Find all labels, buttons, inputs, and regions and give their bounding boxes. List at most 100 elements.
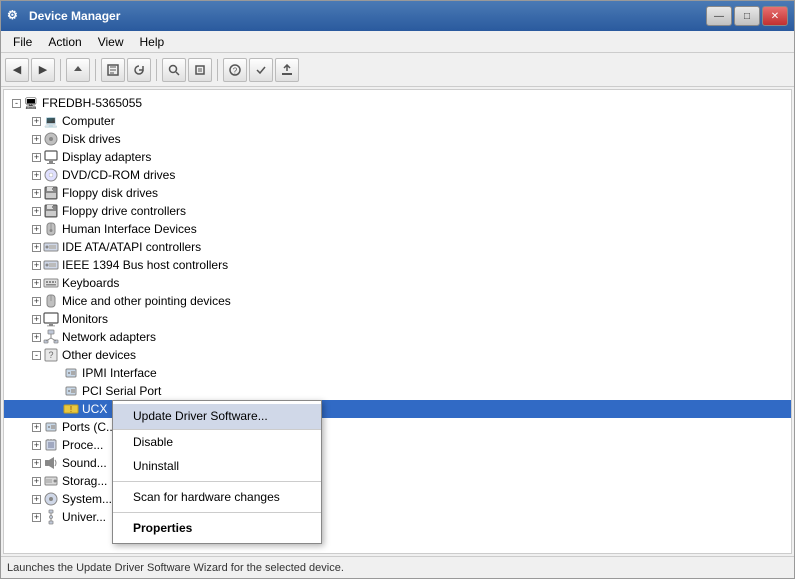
window-title: Device Manager — [29, 9, 120, 23]
main-content: - 🖥 FREDBH-5365055 + 💻 Computer + Disk d… — [1, 87, 794, 556]
tree-item-ide-ata[interactable]: + IDE ATA/ATAPI controllers — [4, 238, 791, 256]
computer-icon: 🖥 — [23, 95, 39, 111]
root-label: FREDBH-5365055 — [42, 96, 142, 110]
keyboard-icon — [43, 275, 59, 291]
ipmi-icon — [63, 365, 79, 381]
menu-action[interactable]: Action — [40, 33, 89, 51]
hid-label: Human Interface Devices — [62, 222, 197, 236]
tree-item-monitors[interactable]: + Monitors — [4, 310, 791, 328]
scan-button[interactable] — [249, 58, 273, 82]
ctx-scan-hardware[interactable]: Scan for hardware changes — [113, 485, 321, 509]
menu-view[interactable]: View — [90, 33, 132, 51]
other-devices-label: Other devices — [62, 348, 136, 362]
svg-text:!: ! — [70, 405, 72, 414]
ctx-disable[interactable]: Disable — [113, 430, 321, 454]
tree-item-keyboards[interactable]: + Keyboards — [4, 274, 791, 292]
sound-expand-btn[interactable]: + — [32, 459, 41, 468]
menu-bar: File Action View Help — [1, 31, 794, 53]
floppy-disk-label: Floppy disk drives — [62, 186, 158, 200]
pci-serial-label: PCI Serial Port — [82, 384, 161, 398]
dvd-icon — [43, 167, 59, 183]
other-icon: ? — [43, 347, 59, 363]
display-expand-btn[interactable]: + — [32, 153, 41, 162]
ports-label: Ports (C... — [62, 420, 116, 434]
sound-label: Sound... — [62, 456, 107, 470]
other-expand-btn[interactable]: - — [32, 351, 41, 360]
ctx-sep-2 — [113, 512, 321, 513]
up-button[interactable] — [66, 58, 90, 82]
storage-expand-btn[interactable]: + — [32, 477, 41, 486]
dvd-cdrom-label: DVD/CD-ROM drives — [62, 168, 175, 182]
tree-item-mice[interactable]: + Mice and other pointing devices — [4, 292, 791, 310]
toolbar-sep-3 — [156, 59, 157, 81]
tree-item-ipmi[interactable]: IPMI Interface — [4, 364, 791, 382]
ctx-properties[interactable]: Properties — [113, 516, 321, 540]
window-icon: ⚙ — [7, 8, 23, 24]
ide-expand-btn[interactable]: + — [32, 243, 41, 252]
maximize-button[interactable]: □ — [734, 6, 760, 26]
ieee-expand-btn[interactable]: + — [32, 261, 41, 270]
title-bar-buttons: — □ ✕ — [706, 6, 788, 26]
system-expand-btn[interactable]: + — [32, 495, 41, 504]
tree-item-computer[interactable]: + 💻 Computer — [4, 112, 791, 130]
univer-expand-btn[interactable]: + — [32, 513, 41, 522]
network-adapters-label: Network adapters — [62, 330, 156, 344]
tree-item-display-adapters[interactable]: + Display adapters — [4, 148, 791, 166]
forward-button[interactable]: ▶ — [31, 58, 55, 82]
disk-expand-btn[interactable]: + — [32, 135, 41, 144]
menu-file[interactable]: File — [5, 33, 40, 51]
tree-item-floppy-disk[interactable]: + Floppy disk drives — [4, 184, 791, 202]
minimize-button[interactable]: — — [706, 6, 732, 26]
ieee1394-label: IEEE 1394 Bus host controllers — [62, 258, 228, 272]
ieee-icon — [43, 257, 59, 273]
storage-icon — [43, 473, 59, 489]
ide-icon — [43, 239, 59, 255]
back-button[interactable]: ◀ — [5, 58, 29, 82]
update-button[interactable] — [275, 58, 299, 82]
ctx-update-driver[interactable]: Update Driver Software... — [113, 404, 321, 430]
properties-button[interactable] — [188, 58, 212, 82]
ctx-uninstall[interactable]: Uninstall — [113, 454, 321, 478]
status-bar: Launches the Update Driver Software Wiza… — [1, 556, 794, 578]
tree-root[interactable]: - 🖥 FREDBH-5365055 — [4, 94, 791, 112]
network-expand-btn[interactable]: + — [32, 333, 41, 342]
menu-help[interactable]: Help — [132, 33, 173, 51]
tree-view[interactable]: - 🖥 FREDBH-5365055 + 💻 Computer + Disk d… — [3, 89, 792, 554]
help-button[interactable]: ? — [223, 58, 247, 82]
hid-expand-btn[interactable]: + — [32, 225, 41, 234]
root-expand-btn[interactable]: - — [12, 99, 21, 108]
floppy-drive-label: Floppy drive controllers — [62, 204, 186, 218]
computer-expand-btn[interactable]: + — [32, 117, 41, 126]
tree-item-network-adapters[interactable]: + Network adapters — [4, 328, 791, 346]
keyboards-expand-btn[interactable]: + — [32, 279, 41, 288]
tree-item-dvd-cdrom[interactable]: + DVD/CD-ROM drives — [4, 166, 791, 184]
svg-text:?: ? — [233, 66, 238, 75]
search-button[interactable] — [162, 58, 186, 82]
tree-item-hid[interactable]: + Human Interface Devices — [4, 220, 791, 238]
status-text: Launches the Update Driver Software Wiza… — [7, 562, 344, 574]
toolbar-sep-4 — [217, 59, 218, 81]
show-hide-button[interactable] — [101, 58, 125, 82]
monitors-label: Monitors — [62, 312, 108, 326]
hid-icon — [43, 221, 59, 237]
dvd-expand-btn[interactable]: + — [32, 171, 41, 180]
processor-icon — [43, 437, 59, 453]
tree-item-other-devices[interactable]: - ? Other devices — [4, 346, 791, 364]
computer-label: Computer — [62, 114, 115, 128]
floppy-disk-expand-btn[interactable]: + — [32, 189, 41, 198]
ports-expand-btn[interactable]: + — [32, 423, 41, 432]
tree-item-disk-drives[interactable]: + Disk drives — [4, 130, 791, 148]
monitors-expand-btn[interactable]: + — [32, 315, 41, 324]
system-icon — [43, 491, 59, 507]
floppy-drive-expand-btn[interactable]: + — [32, 207, 41, 216]
tree-item-ieee1394[interactable]: + IEEE 1394 Bus host controllers — [4, 256, 791, 274]
tree-item-pci-serial[interactable]: PCI Serial Port — [4, 382, 791, 400]
mice-label: Mice and other pointing devices — [62, 294, 231, 308]
tree-item-floppy-drive[interactable]: + Floppy drive controllers — [4, 202, 791, 220]
close-button[interactable]: ✕ — [762, 6, 788, 26]
proc-expand-btn[interactable]: + — [32, 441, 41, 450]
mice-expand-btn[interactable]: + — [32, 297, 41, 306]
refresh-button[interactable] — [127, 58, 151, 82]
system-label: System... — [62, 492, 112, 506]
title-bar: ⚙ Device Manager — □ ✕ — [1, 1, 794, 31]
